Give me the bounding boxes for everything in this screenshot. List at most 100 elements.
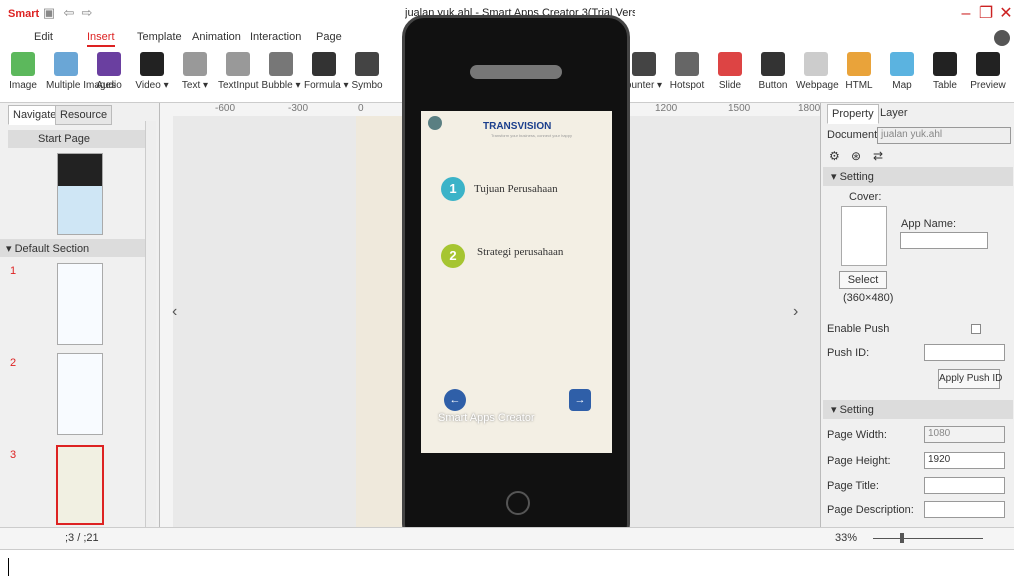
cover-image[interactable] [841, 206, 887, 266]
insert-tool-5[interactable]: TextInput [218, 52, 259, 100]
menu-item-tujuan[interactable]: Tujuan Perusahaan [474, 183, 558, 195]
insert-tool-0[interactable]: Image [3, 52, 43, 100]
tool-label: Text ▾ [181, 80, 209, 91]
tool-icon [718, 52, 742, 76]
page-thumbnail-2[interactable] [57, 353, 103, 435]
tab-layer[interactable]: Layer [876, 104, 912, 124]
tab-property[interactable]: Property [827, 104, 879, 124]
app-name-label: App Name: [901, 218, 957, 230]
insert-right-tool-3[interactable]: Button [753, 52, 793, 100]
setting-header[interactable]: ▾ Setting [823, 400, 1013, 419]
save-icon[interactable]: ▣ [42, 6, 56, 20]
page-description-label: Page Description: [827, 504, 914, 516]
insert-tool-1[interactable]: Multiple Images [46, 52, 116, 100]
tool-icon [183, 52, 207, 76]
page-title-input[interactable] [924, 477, 1005, 494]
brand-tagline: Transform your business, connect your ha… [491, 133, 573, 138]
insert-right-tool-7[interactable]: Table [925, 52, 965, 100]
setting-header[interactable]: ▾ Setting [823, 167, 1013, 186]
menu-template[interactable]: Template [137, 31, 182, 43]
tool-icon [226, 52, 250, 76]
enable-push-label: Enable Push [827, 323, 890, 335]
insert-right-tool-0[interactable]: ounter ▾ [624, 52, 664, 100]
menu-edit[interactable]: Edit [34, 31, 53, 43]
gear-icon[interactable]: ⚙ [829, 149, 840, 163]
start-page-thumbnail[interactable] [57, 153, 103, 235]
tab-resource[interactable]: Resource [55, 105, 113, 125]
property-panel: Property Layer Document: jualan yuk.ahl … [820, 103, 1014, 527]
back-arrow-icon[interactable]: ← [444, 389, 466, 411]
status-bar: ;3 / ;21 33% [0, 527, 1014, 549]
page-number: 2 [10, 357, 17, 369]
document-field: jualan yuk.ahl [877, 127, 1011, 144]
chevron-right-icon[interactable]: › [793, 303, 798, 321]
tool-label: HTML [845, 80, 873, 91]
insert-right-tool-8[interactable]: Preview [968, 52, 1008, 100]
enable-push-checkbox[interactable] [971, 324, 981, 334]
restore-button[interactable]: ❐ [976, 4, 996, 24]
help-icon[interactable] [994, 30, 1010, 46]
chevron-left-icon[interactable]: ‹ [172, 303, 177, 321]
page-counter: ;3 / ;21 [65, 532, 99, 544]
tool-label: Bubble ▾ [261, 80, 301, 91]
insert-right-tool-1[interactable]: Hotspot [667, 52, 707, 100]
menu-item-strategi[interactable]: Strategi perusahaan [477, 246, 563, 258]
menu-animation[interactable]: Animation [192, 31, 241, 43]
tool-label: Map [892, 80, 912, 91]
insert-tool-7[interactable]: Formula ▾ [304, 52, 348, 100]
default-section-header[interactable]: ▾ Default Section [0, 239, 145, 257]
insert-tool-2[interactable]: Audio [89, 52, 129, 100]
redo-icon[interactable]: ⇨ [80, 6, 94, 20]
insert-tool-6[interactable]: Bubble ▾ [261, 52, 301, 100]
start-page-header[interactable]: Start Page [8, 130, 145, 148]
minimize-button[interactable]: – [956, 4, 976, 24]
apply-push-id-button[interactable]: Apply Push ID [938, 369, 1002, 389]
tool-label: Webpage [796, 80, 839, 91]
tool-icon [933, 52, 957, 76]
tool-label: Slide [718, 80, 742, 91]
insert-right-tool-5[interactable]: HTML [839, 52, 879, 100]
target-icon[interactable]: ⊛ [851, 149, 861, 163]
next-arrow-icon[interactable]: → [569, 389, 591, 411]
thumbnail-scrollbar[interactable] [145, 121, 156, 527]
tab-navigate[interactable]: Navigate [8, 105, 62, 125]
swap-icon[interactable]: ⇄ [873, 149, 883, 163]
page-description-input[interactable] [924, 501, 1005, 518]
undo-icon[interactable]: ⇦ [62, 6, 76, 20]
zoom-slider-handle[interactable] [900, 533, 904, 543]
tool-icon [312, 52, 336, 76]
settings-icon[interactable] [428, 116, 442, 130]
page-thumbnail-3[interactable] [56, 445, 104, 525]
app-name-input[interactable] [900, 232, 988, 249]
item-number-badge: 1 [441, 177, 465, 201]
tool-label: Button [758, 80, 788, 91]
zoom-slider[interactable] [873, 538, 983, 539]
push-id-input[interactable] [924, 344, 1005, 361]
phone-screen: TRANSVISION Transform your business, con… [421, 111, 612, 453]
page-thumbnail-1[interactable] [57, 263, 103, 345]
select-cover-button[interactable]: Select [839, 271, 887, 289]
tool-label: Hotspot [669, 80, 705, 91]
page-width-label: Page Width: [827, 429, 887, 441]
home-button[interactable] [506, 491, 530, 515]
tool-icon [11, 52, 35, 76]
menu-page[interactable]: Page [316, 31, 342, 43]
insert-tool-4[interactable]: Text ▾ [175, 52, 215, 100]
insert-right-tool-2[interactable]: Slide [710, 52, 750, 100]
tool-icon [54, 52, 78, 76]
insert-tool-3[interactable]: Video ▾ [132, 52, 172, 100]
tool-icon [976, 52, 1000, 76]
insert-right-tool-4[interactable]: Webpage [796, 52, 839, 100]
tool-label: ounter ▾ [625, 80, 663, 91]
item-number-badge: 2 [441, 244, 465, 268]
tool-icon [140, 52, 164, 76]
close-button[interactable]: ✕ [996, 4, 1014, 24]
tool-icon [847, 52, 871, 76]
insert-tool-8[interactable]: Symbo [347, 52, 387, 100]
menu-interaction[interactable]: Interaction [250, 31, 301, 43]
insert-right-tool-6[interactable]: Map [882, 52, 922, 100]
menu-insert[interactable]: Insert [87, 31, 115, 47]
ruler-mark: 1200 [655, 103, 678, 114]
page-height-input[interactable]: 1920 [924, 452, 1005, 469]
push-id-label: Push ID: [827, 347, 870, 359]
